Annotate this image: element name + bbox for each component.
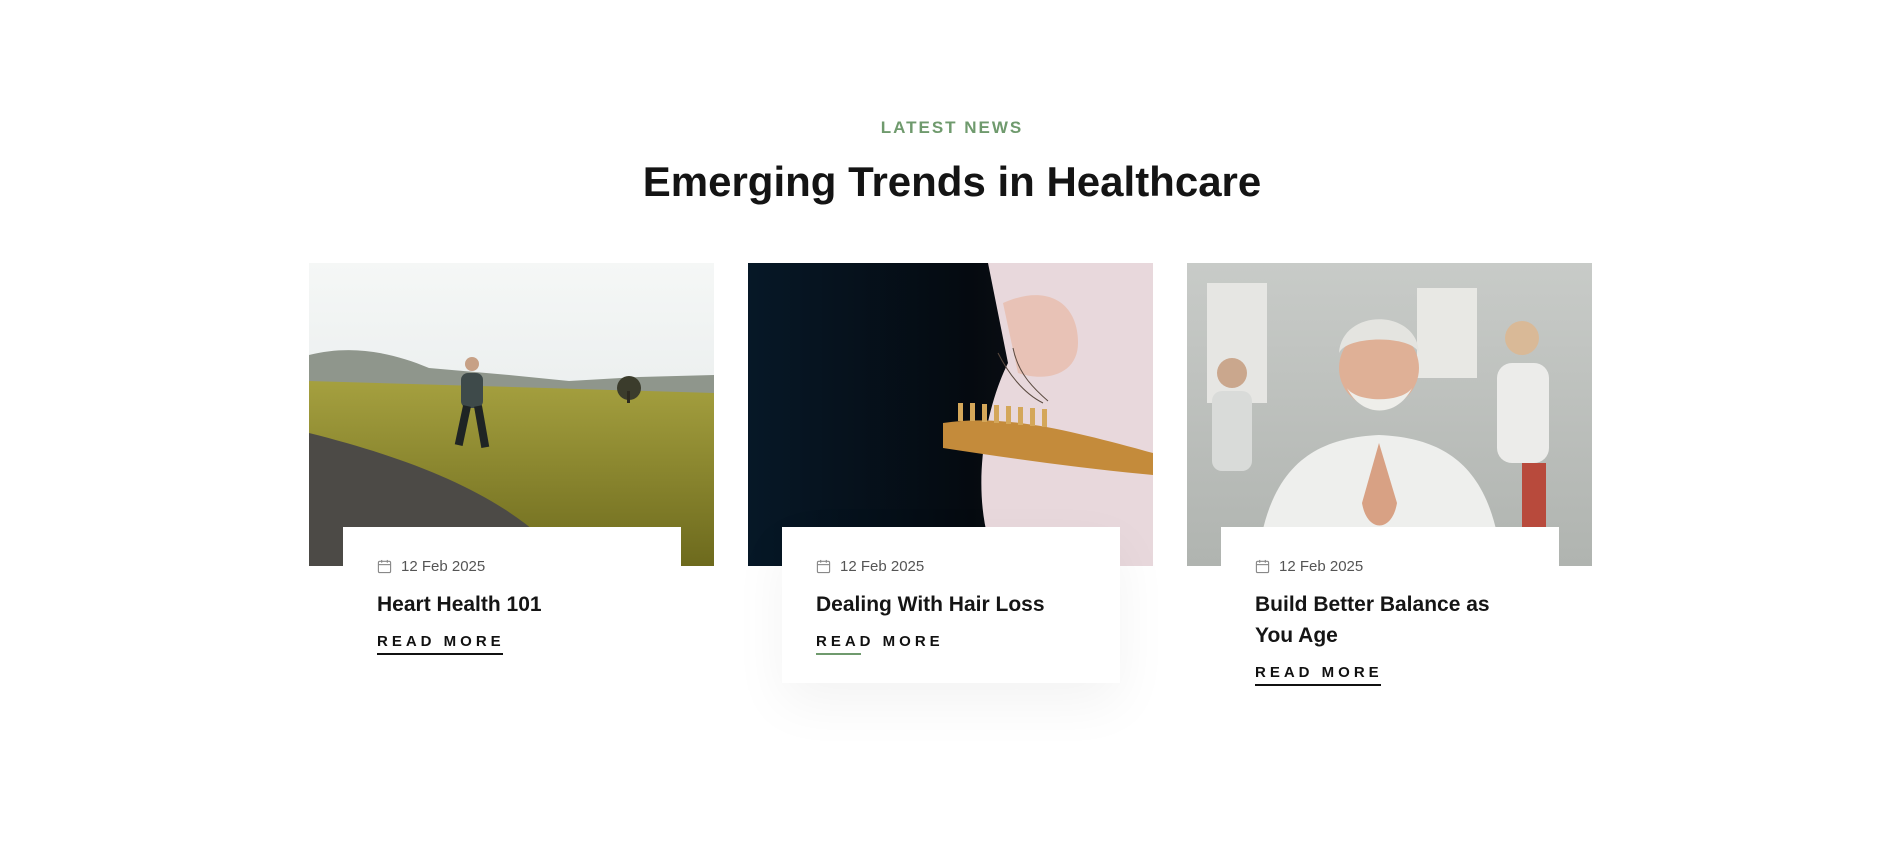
calendar-icon	[816, 559, 831, 574]
post-body: 12 Feb 2025 Build Better Balance as You …	[1221, 527, 1559, 714]
post-image[interactable]	[1187, 263, 1592, 566]
post-title[interactable]: Heart Health 101	[377, 589, 647, 620]
read-more-link[interactable]: READ MORE	[816, 633, 944, 655]
section-eyebrow: LATEST NEWS	[880, 118, 1024, 137]
post-date: 12 Feb 2025	[1279, 558, 1364, 575]
calendar-icon	[1255, 559, 1270, 574]
post-title[interactable]: Dealing With Hair Loss	[816, 589, 1086, 620]
post-date: 12 Feb 2025	[840, 558, 925, 575]
calendar-icon	[377, 559, 392, 574]
post-meta: 12 Feb 2025	[1255, 558, 1525, 575]
read-more-link[interactable]: READ MORE	[1255, 664, 1383, 686]
post-meta: 12 Feb 2025	[816, 558, 1086, 575]
post-image[interactable]	[309, 263, 714, 566]
read-more-link[interactable]: READ MORE	[377, 633, 505, 655]
post-meta: 12 Feb 2025	[377, 558, 647, 575]
post-title[interactable]: Build Better Balance as You Age	[1255, 589, 1525, 651]
post-image[interactable]	[748, 263, 1153, 566]
post-body: 12 Feb 2025 Heart Health 101 READ MORE	[343, 527, 681, 683]
post-body: 12 Feb 2025 Dealing With Hair Loss READ …	[782, 527, 1120, 683]
post-date: 12 Feb 2025	[401, 558, 486, 575]
latest-news-section: LATEST NEWS Emerging Trends in Healthcar…	[0, 0, 1904, 854]
section-heading: Emerging Trends in Healthcare	[642, 158, 1262, 205]
